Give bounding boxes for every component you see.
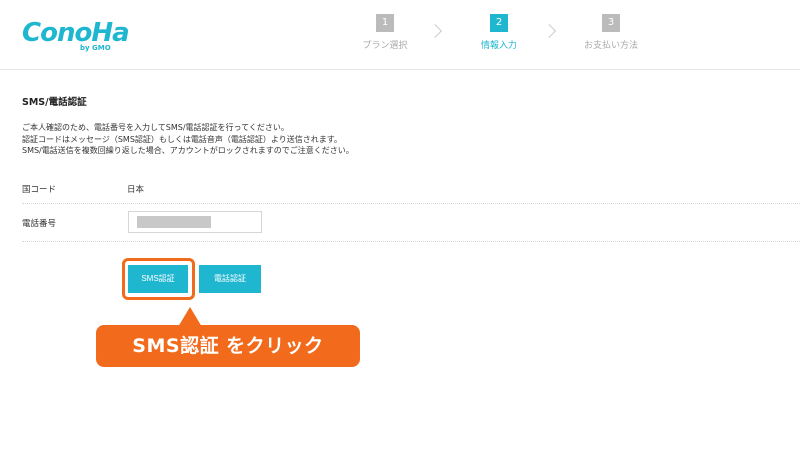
- step-label: プラン選択: [362, 41, 408, 51]
- phone-value-redacted: [137, 216, 211, 228]
- step-payment: 3 お支払い方法: [566, 14, 656, 51]
- phone-auth-button[interactable]: 電話認証: [199, 265, 261, 293]
- section-title: SMS/電話認証: [22, 97, 87, 108]
- step-plan: 1 プラン選択: [340, 14, 430, 51]
- country-label: 国コード: [22, 185, 57, 195]
- step-label: 情報入力: [480, 41, 517, 51]
- step-info: 2 情報入力: [454, 14, 544, 51]
- step-number: 2: [490, 14, 508, 32]
- description-line: ご本人確認のため、電話番号を入力してSMS/電話認証を行ってください。: [22, 123, 289, 132]
- step-number: 3: [602, 14, 620, 32]
- phone-label: 電話番号: [22, 219, 57, 229]
- step-number: 1: [376, 14, 394, 32]
- conoha-logo[interactable]: ConoHa by GMO: [22, 14, 130, 54]
- highlight-frame: [122, 258, 195, 300]
- progress-steps: 1 プラン選択 2 情報入力 3 お支払い方法: [340, 14, 660, 58]
- callout-pointer: [178, 307, 202, 327]
- logo-text: ConoHa: [22, 18, 130, 48]
- logo-sub: by GMO: [80, 44, 111, 52]
- description-line: 認証コードはメッセージ（SMS認証）もしくは電話音声（電話認証）より送信されます…: [22, 134, 342, 144]
- step-label: お支払い方法: [583, 41, 638, 51]
- description-line: SMS/電話送信を複数回繰り返した場合、アカウントがロックされますのでご注意くだ…: [22, 146, 354, 155]
- section-description: ご本人確認のため、電話番号を入力してSMS/電話認証を行ってください。 認証コー…: [22, 122, 354, 157]
- instruction-callout: SMS認証 をクリック: [96, 325, 360, 367]
- header: ConoHa by GMO 1 プラン選択 2 情報入力 3 お支払い方法: [0, 0, 800, 70]
- phone-input[interactable]: [128, 211, 262, 233]
- country-value: 日本: [127, 185, 145, 195]
- chevron-right-icon: [427, 23, 443, 39]
- country-row: 国コード 日本: [22, 176, 800, 204]
- chevron-right-icon: [541, 23, 557, 39]
